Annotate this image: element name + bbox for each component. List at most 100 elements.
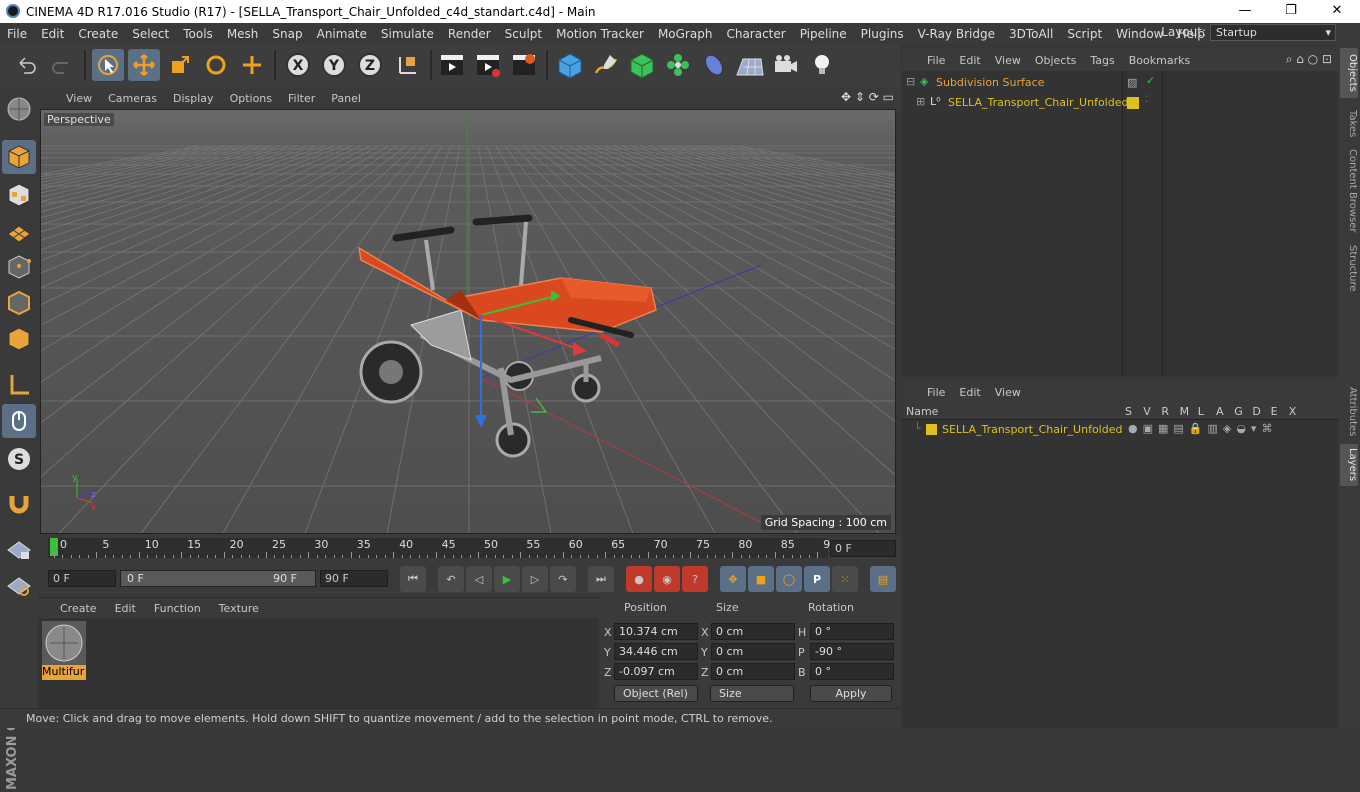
floor-button[interactable]	[734, 49, 766, 81]
go-to-end-button[interactable]: ⏭	[588, 566, 614, 592]
play-button[interactable]: ▶	[494, 566, 520, 592]
layer-row[interactable]: └ SELLA_Transport_Chair_Unfolded ●▣▦▤🔒▥◈…	[902, 421, 1338, 438]
position-z-field[interactable]: -0.097 cm	[614, 663, 698, 680]
size-mode-dropdown[interactable]: Size	[710, 685, 794, 702]
x-axis-lock-button[interactable]: X	[282, 49, 314, 81]
layer-flag-icons[interactable]: ●▣▦▤🔒▥◈◒▾⌘	[1128, 422, 1277, 435]
layer-color-swatch[interactable]	[926, 424, 937, 435]
deformer-button[interactable]	[698, 49, 730, 81]
transform-tool-button[interactable]	[236, 49, 268, 81]
3d-viewport[interactable]: y z x Perspective Grid Spacing : 100 cm	[40, 109, 896, 534]
object-row-chair[interactable]: ⊞ L⁰ SELLA_Transport_Chair_Unfolded ⁚	[902, 94, 1338, 112]
menu-file[interactable]: File	[0, 27, 34, 41]
edges-mode-button[interactable]	[2, 286, 36, 320]
menu-pipeline[interactable]: Pipeline	[793, 27, 854, 41]
layer-flag-header[interactable]: G	[1234, 405, 1243, 418]
camera-button[interactable]	[770, 49, 802, 81]
redo-button[interactable]	[46, 49, 78, 81]
key-scale-button[interactable]: ■	[748, 566, 774, 592]
rotation-p-field[interactable]: -90 °	[810, 643, 894, 660]
points-mode-button[interactable]	[2, 250, 36, 284]
timeline-button[interactable]: ▤	[870, 566, 896, 592]
material-menu-function[interactable]: Function	[144, 602, 209, 615]
tab-content-browser[interactable]: Content Browser	[1340, 148, 1358, 234]
rotation-b-field[interactable]: 0 °	[810, 663, 894, 680]
model-mode-button[interactable]	[2, 140, 36, 174]
timeline-ruler[interactable]: 051015202530354045505560657075808590 0 F	[38, 534, 900, 562]
objects-menu-edit[interactable]: Edit	[952, 54, 987, 67]
layer-flag-header[interactable]: L	[1198, 405, 1204, 418]
coordinate-mode-dropdown[interactable]: Object (Rel)	[614, 685, 698, 702]
polygons-mode-button[interactable]	[2, 322, 36, 356]
menu-animate[interactable]: Animate	[310, 27, 374, 41]
workplane-snap-button[interactable]	[2, 568, 36, 602]
menu-edit[interactable]: Edit	[34, 27, 71, 41]
previous-key-button[interactable]: ↶	[438, 566, 464, 592]
scale-tool-button[interactable]	[164, 49, 196, 81]
pen-spline-button[interactable]	[590, 49, 622, 81]
viewport-menu-filter[interactable]: Filter	[280, 92, 323, 105]
size-z-field[interactable]: 0 cm	[711, 663, 795, 680]
menu-simulate[interactable]: Simulate	[374, 27, 441, 41]
material-swatch[interactable]: Multifur	[42, 621, 86, 680]
layout-select[interactable]: Startup ▾	[1210, 24, 1336, 41]
position-x-field[interactable]: 10.374 cm	[614, 623, 698, 640]
menu-mesh[interactable]: Mesh	[220, 27, 266, 41]
texture-mode-button[interactable]	[2, 178, 36, 212]
tab-layers[interactable]: Layers	[1340, 444, 1358, 486]
key-parameter-button[interactable]: P	[804, 566, 830, 592]
close-button[interactable]: ✕	[1314, 0, 1360, 23]
material-menu-create[interactable]: Create	[50, 602, 105, 615]
tab-attributes[interactable]: Attributes	[1340, 384, 1358, 440]
object-manager-nav-icons[interactable]: ⌕ ⌂ ○ ⊡	[1286, 52, 1332, 67]
end-frame-field[interactable]: 90 F	[320, 570, 388, 587]
viewport-menu-display[interactable]: Display	[165, 92, 222, 105]
layer-flag-header[interactable]: D	[1252, 405, 1260, 418]
tab-objects[interactable]: Objects	[1340, 48, 1358, 98]
objects-menu-file[interactable]: File	[920, 54, 952, 67]
menu-sculpt[interactable]: Sculpt	[498, 27, 549, 41]
layer-flag-header[interactable]: E	[1271, 405, 1278, 418]
object-row-subdivision[interactable]: ⊟ ◈ Subdivision Surface ▨ ✓	[902, 74, 1338, 92]
snap-button[interactable]	[2, 486, 36, 520]
make-editable-button[interactable]	[2, 92, 36, 126]
menu-character[interactable]: Character	[719, 27, 792, 41]
layers-menu-view[interactable]: View	[988, 386, 1028, 399]
menu-tools[interactable]: Tools	[176, 27, 220, 41]
layer-flag-header[interactable]: V	[1143, 405, 1151, 418]
menu-snap[interactable]: Snap	[265, 27, 309, 41]
menu-plugins[interactable]: Plugins	[854, 27, 911, 41]
maximize-button[interactable]: ❐	[1268, 0, 1314, 23]
menu-create[interactable]: Create	[71, 27, 125, 41]
render-to-picture-viewer-button[interactable]	[472, 49, 504, 81]
menu-vray-bridge[interactable]: V-Ray Bridge	[911, 27, 1002, 41]
objects-menu-bookmarks[interactable]: Bookmarks	[1122, 54, 1197, 67]
menu-render[interactable]: Render	[441, 27, 498, 41]
size-x-field[interactable]: 0 cm	[711, 623, 795, 640]
menu-select[interactable]: Select	[125, 27, 176, 41]
autokey-button[interactable]: ◉	[654, 566, 680, 592]
light-button[interactable]	[806, 49, 838, 81]
rotate-tool-button[interactable]	[200, 49, 232, 81]
start-frame-field[interactable]: 0 F	[48, 570, 116, 587]
edit-render-toggle-icon[interactable]: ▨	[1127, 76, 1137, 89]
menu-script[interactable]: Script	[1060, 27, 1109, 41]
workplane-mode-button[interactable]	[2, 214, 36, 248]
position-y-field[interactable]: 34.446 cm	[614, 643, 698, 660]
subdivision-surface-button[interactable]	[626, 49, 658, 81]
z-axis-lock-button[interactable]: Z	[354, 49, 386, 81]
render-view-button[interactable]	[436, 49, 468, 81]
collapse-icon[interactable]: ⊟	[906, 75, 915, 88]
key-rotation-button[interactable]: ◯	[776, 566, 802, 592]
undo-button[interactable]	[10, 49, 42, 81]
objects-menu-tags[interactable]: Tags	[1083, 54, 1121, 67]
coordinate-system-button[interactable]	[392, 49, 424, 81]
tweak-mode-button[interactable]	[2, 404, 36, 438]
objects-menu-objects[interactable]: Objects	[1028, 54, 1084, 67]
previous-frame-button[interactable]: ◁	[466, 566, 492, 592]
menu-mograph[interactable]: MoGraph	[651, 27, 720, 41]
move-tool-button[interactable]	[128, 49, 160, 81]
viewport-menu-panel[interactable]: Panel	[323, 92, 369, 105]
key-pla-button[interactable]: ⁙	[832, 566, 858, 592]
layer-flag-header[interactable]: M	[1180, 405, 1190, 418]
